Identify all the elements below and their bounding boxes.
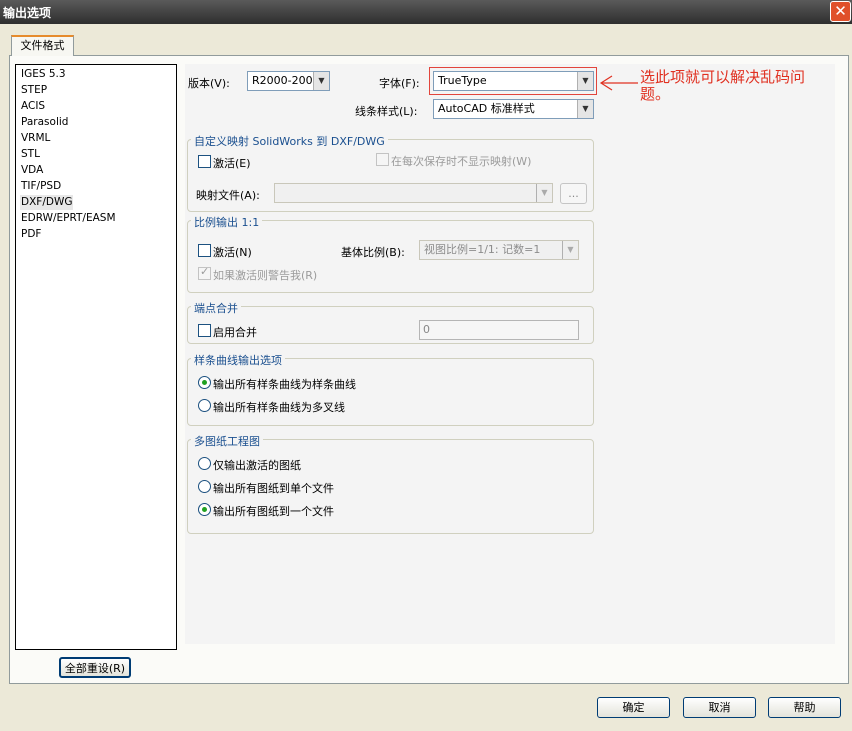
reset-all-button[interactable]: 全部重设(R)	[59, 657, 131, 678]
line-style-label: 线条样式(L):	[355, 105, 418, 118]
spline-option-label: 输出所有样条曲线为样条曲线	[213, 378, 356, 391]
spline-as-spline-radio[interactable]	[198, 376, 211, 389]
endpoint-merge-title: 端点合并	[191, 300, 241, 316]
chevron-down-icon[interactable]: ▼	[536, 184, 552, 202]
sheet-option-label: 输出所有图纸到单个文件	[213, 482, 334, 495]
list-item[interactable]: EDRW/EPRT/EASM	[20, 211, 117, 226]
version-value: R2000-2002	[252, 74, 320, 87]
list-item[interactable]: VDA	[20, 163, 44, 178]
warn-checkbox[interactable]	[198, 265, 211, 280]
spline-output-title: 样条曲线输出选项	[191, 352, 285, 368]
custom-mapping-activate-checkbox[interactable]	[198, 155, 211, 168]
tab-file-format[interactable]: 文件格式	[11, 35, 74, 56]
active-sheet-only-radio[interactable]	[198, 457, 211, 470]
list-item[interactable]: VRML	[20, 131, 51, 146]
spline-as-polyline-radio[interactable]	[198, 399, 211, 412]
annotation-arrow-icon	[599, 75, 638, 91]
list-item[interactable]: Parasolid	[20, 115, 69, 130]
enable-merge-checkbox[interactable]	[198, 324, 211, 337]
sheet-option-label: 仅输出激活的图纸	[213, 459, 301, 472]
version-select[interactable]: R2000-2002 ▼	[247, 71, 330, 91]
cancel-button[interactable]: 取消	[683, 697, 756, 718]
base-scale-value: 视图比例=1/1: 记数=1	[424, 243, 541, 256]
warn-label: 如果激活则警告我(R)	[213, 269, 318, 282]
list-item[interactable]: PDF	[20, 227, 42, 242]
custom-mapping-title: 自定义映射 SolidWorks 到 DXF/DWG	[191, 133, 388, 149]
spline-output-group	[187, 358, 594, 426]
annotation-text: 选此项就可以解决乱码问题。	[640, 68, 806, 103]
map-file-select[interactable]: ▼	[274, 183, 553, 203]
no-show-mapping-checkbox[interactable]	[376, 153, 389, 166]
spline-option-label: 输出所有样条曲线为多叉线	[213, 401, 345, 414]
chevron-down-icon[interactable]: ▼	[313, 72, 329, 90]
custom-mapping-activate-label: 激活(E)	[213, 157, 251, 170]
sheet-option-label: 输出所有图纸到一个文件	[213, 505, 334, 518]
all-sheets-one-file-radio[interactable]	[198, 503, 211, 516]
merge-distance-input[interactable]: 0	[419, 320, 579, 340]
base-scale-select[interactable]: 视图比例=1/1: 记数=1 ▼	[419, 240, 579, 260]
enable-merge-label: 启用合并	[213, 326, 257, 339]
map-file-label: 映射文件(A):	[196, 189, 260, 202]
list-item[interactable]: TIF/PSD	[20, 179, 62, 194]
highlight-box	[429, 67, 597, 95]
window-title: 输出选项	[3, 6, 52, 20]
title-bar: 输出选项 ✕	[0, 0, 852, 24]
list-item[interactable]: STEP	[20, 83, 48, 98]
list-item[interactable]: ACIS	[20, 99, 46, 114]
font-label: 字体(F):	[379, 77, 420, 90]
list-item[interactable]: STL	[20, 147, 41, 162]
line-style-value: AutoCAD 标准样式	[438, 102, 535, 115]
base-scale-label: 基体比例(B):	[341, 246, 405, 259]
multi-sheet-title: 多图纸工程图	[191, 433, 263, 449]
list-item[interactable]: IGES 5.3	[20, 67, 67, 82]
all-sheets-single-file-radio[interactable]	[198, 480, 211, 493]
scale-activate-label: 激活(N)	[213, 246, 252, 259]
version-label: 版本(V):	[188, 77, 230, 90]
chevron-down-icon[interactable]: ▼	[562, 241, 578, 259]
ok-button[interactable]: 确定	[597, 697, 670, 718]
close-button[interactable]: ✕	[830, 1, 851, 22]
line-style-select[interactable]: AutoCAD 标准样式 ▼	[433, 99, 594, 119]
scale-activate-checkbox[interactable]	[198, 244, 211, 257]
format-list[interactable]: IGES 5.3 STEP ACIS Parasolid VRML STL VD…	[15, 64, 177, 650]
help-button[interactable]: 帮助	[768, 697, 841, 718]
list-item-selected[interactable]: DXF/DWG	[20, 195, 74, 210]
chevron-down-icon[interactable]: ▼	[577, 100, 593, 118]
scale-output-title: 比例输出 1:1	[191, 214, 263, 230]
browse-button[interactable]: ...	[560, 183, 587, 204]
no-show-mapping-label: 在每次保存时不显示映射(W)	[391, 155, 532, 168]
